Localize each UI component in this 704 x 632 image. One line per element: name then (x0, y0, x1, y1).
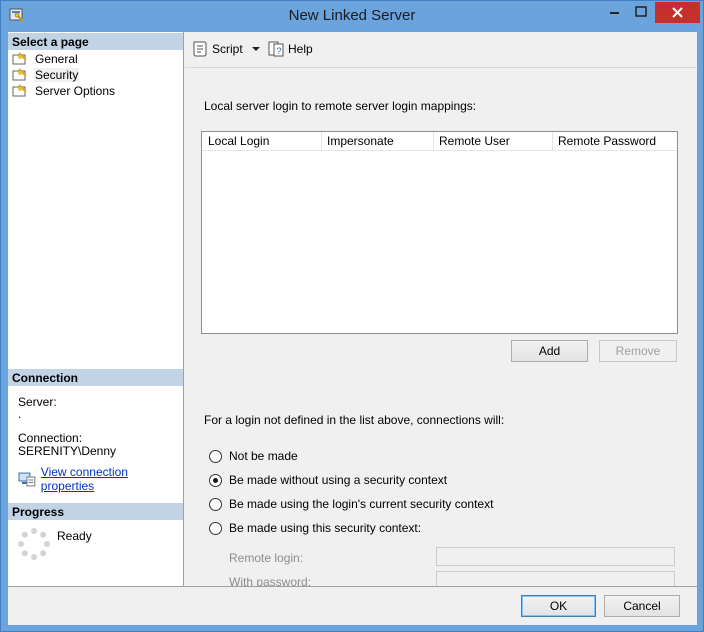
script-button[interactable]: Script (191, 40, 263, 58)
page-item-label: Security (34, 68, 80, 82)
maximize-icon (635, 6, 647, 17)
view-connection-properties[interactable]: View connection properties (18, 465, 183, 493)
remove-button[interactable]: Remove (599, 340, 677, 362)
radio-button[interactable] (209, 521, 222, 535)
left-pane: Select a page General Security Server Op… (8, 32, 184, 586)
page-item-general[interactable]: General (12, 51, 79, 67)
remote-login-field[interactable] (436, 547, 675, 566)
close-button[interactable] (655, 2, 700, 23)
option-label: Be made using this security context: (229, 521, 422, 535)
column-header-local-login[interactable]: Local Login (202, 132, 322, 151)
page-icon (12, 84, 27, 97)
remote-login-label: Remote login: (229, 551, 304, 565)
help-icon: ? (268, 41, 284, 57)
cancel-button[interactable]: Cancel (604, 595, 680, 617)
progress-header: Progress (8, 503, 183, 520)
page-icon (12, 52, 27, 65)
page-icon (12, 68, 27, 81)
connection-label: Connection: (18, 431, 83, 445)
column-header-remote-password[interactable]: Remote Password (552, 132, 677, 151)
page-item-security[interactable]: Security (12, 67, 80, 83)
server-label: Server: (18, 395, 57, 409)
window-title: New Linked Server (288, 7, 416, 24)
radio-button[interactable] (209, 449, 222, 463)
dialog-window: New Linked Server Select a page General … (0, 0, 704, 632)
progress-status: Ready (57, 529, 92, 543)
option-label: Not be made (229, 449, 298, 463)
option-without-security-context[interactable]: Be made without using a security context (209, 473, 447, 487)
toolbar: Script ? Help (185, 32, 697, 68)
progress-spinner-icon (18, 528, 50, 560)
list-header: Local Login Impersonate Remote User Remo… (202, 132, 677, 151)
undefined-login-label: For a login not defined in the list abov… (204, 413, 505, 427)
security-page: Local server login to remote server logi… (185, 68, 697, 590)
add-button[interactable]: Add (511, 340, 588, 362)
column-header-remote-user[interactable]: Remote User (433, 132, 553, 151)
select-page-header: Select a page (8, 33, 183, 50)
help-button[interactable]: ? Help (267, 40, 313, 58)
radio-button[interactable] (209, 497, 222, 511)
page-item-label: General (35, 52, 78, 66)
column-header-impersonate[interactable]: Impersonate (321, 132, 434, 151)
radio-button[interactable] (209, 473, 222, 487)
chevron-down-icon[interactable] (249, 44, 263, 54)
option-not-be-made[interactable]: Not be made (209, 449, 298, 463)
option-label: Be made without using a security context (229, 473, 448, 487)
connection-header: Connection (8, 369, 183, 386)
option-current-security-context[interactable]: Be made using the login's current securi… (209, 497, 493, 511)
page-item-label: Server Options (35, 84, 116, 98)
dialog-client: Select a page General Security Server Op… (8, 32, 697, 625)
ok-button[interactable]: OK (521, 595, 596, 617)
server-value: . (18, 407, 22, 421)
minimize-icon (610, 12, 619, 14)
option-label: Be made using the login's current securi… (229, 497, 494, 511)
mappings-label: Local server login to remote server logi… (204, 99, 477, 113)
help-label: Help (288, 42, 313, 56)
connection-properties-icon (18, 472, 36, 487)
close-icon (672, 7, 683, 18)
connection-value: SERENITY\Denny (18, 444, 117, 458)
svg-text:?: ? (277, 46, 282, 56)
page-item-server-options[interactable]: Server Options (12, 83, 116, 99)
script-label: Script (212, 42, 243, 56)
login-mappings-list[interactable]: Local Login Impersonate Remote User Remo… (201, 131, 678, 334)
view-connection-properties-link[interactable]: View connection properties (41, 465, 183, 493)
title-bar[interactable]: New Linked Server (1, 1, 703, 31)
minimize-button[interactable] (602, 2, 628, 23)
script-icon (193, 41, 207, 57)
option-this-security-context[interactable]: Be made using this security context: (209, 521, 421, 535)
button-bar: OK Cancel (8, 586, 697, 625)
maximize-button[interactable] (628, 2, 654, 23)
